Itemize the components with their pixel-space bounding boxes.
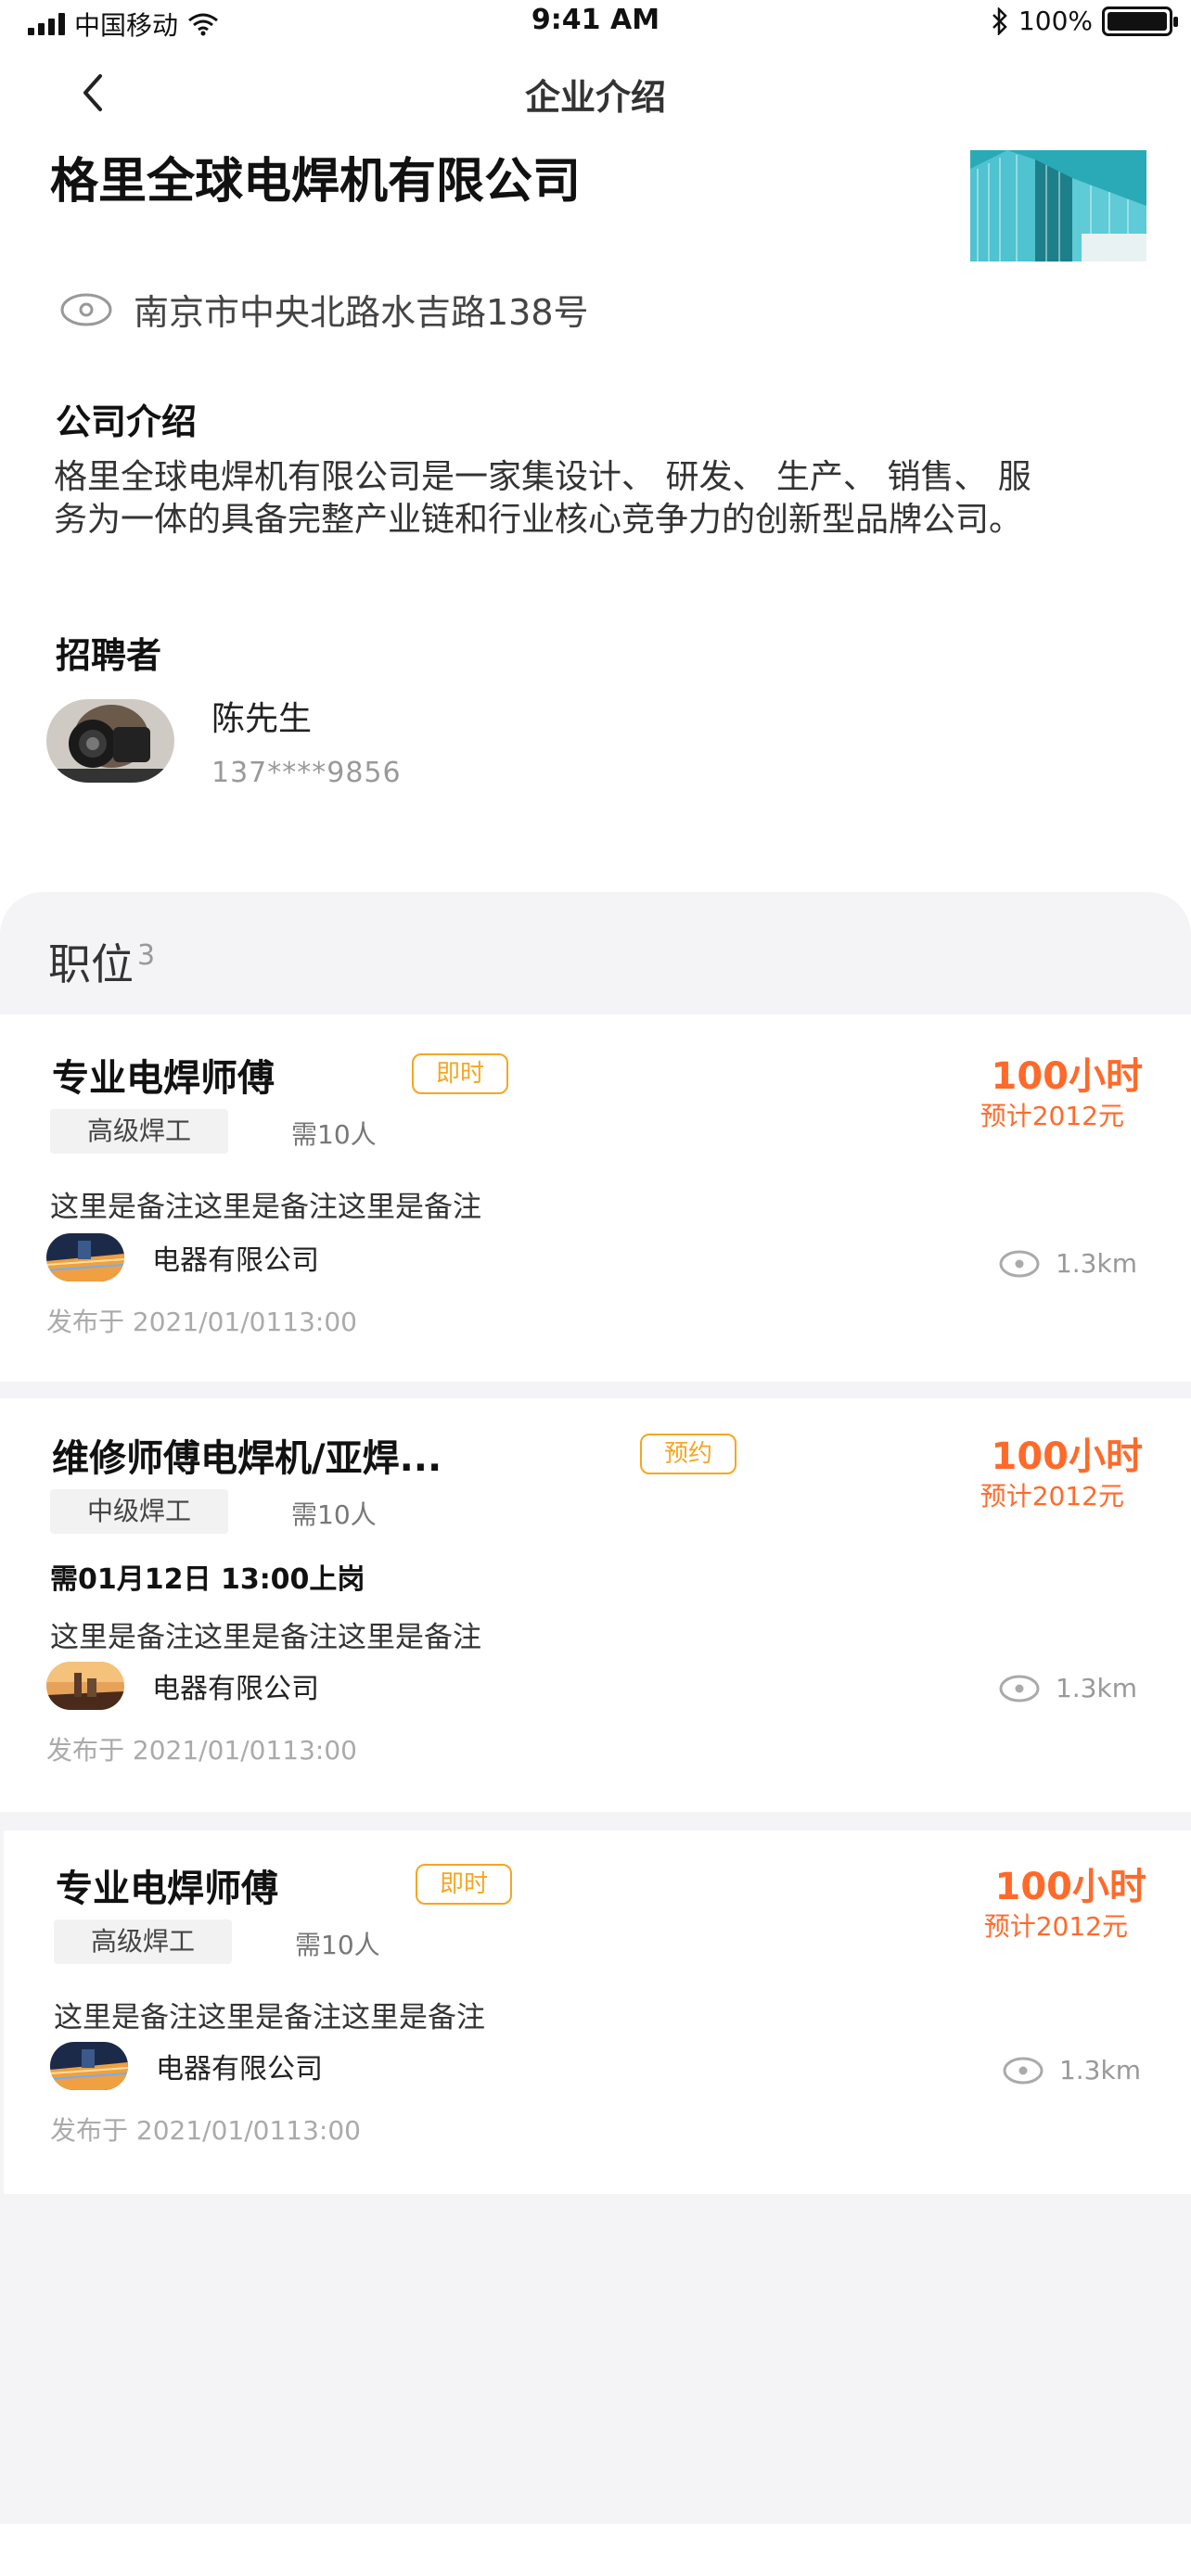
job-need: 需10人: [295, 1930, 380, 1960]
job-distance: 1.3km: [998, 1673, 1137, 1703]
job-card[interactable]: 专业电焊师傅 即时 100小时 预计2012元 高级焊工 需10人 这里是备注这…: [4, 1830, 1191, 2194]
positions-count: 3: [137, 938, 156, 972]
job-level-badge: 高级焊工: [54, 1919, 233, 1964]
recruiter-name: 陈先生: [211, 700, 313, 738]
job-company-name: 电器有限公司: [152, 1244, 319, 1277]
location-icon: [60, 293, 112, 325]
job-tag: 预约: [640, 1434, 737, 1474]
job-title: 专业电焊师傅: [52, 1057, 275, 1100]
job-hours: 100小时: [991, 1055, 1144, 1098]
page-title: 企业介绍: [524, 77, 666, 118]
job-need: 需10人: [291, 1119, 377, 1150]
positions-panel: 职位 3 专业电焊师傅 即时 100小时 预计2012元 高级焊工 需10人 这里…: [0, 892, 1191, 2524]
job-estimate: 预计2012元: [980, 1481, 1124, 1511]
job-company[interactable]: 电器有限公司: [46, 1233, 319, 1282]
eye-icon: [999, 1250, 1040, 1277]
nav-bar: 企业介绍: [0, 56, 1191, 130]
positions-title: 职位: [48, 939, 134, 989]
job-title: 维修师傅电焊机/亚焊...: [52, 1437, 442, 1480]
job-company[interactable]: 电器有限公司: [46, 1662, 319, 1710]
job-note: 这里是备注这里是备注这里是备注: [54, 2001, 485, 2034]
job-start-time: 需01月12日 13:00上岗: [50, 1563, 365, 1596]
job-level-badge: 高级焊工: [50, 1109, 229, 1154]
job-date: 发布于 2021/01/0113:00: [46, 1307, 357, 1337]
job-distance: 1.3km: [998, 1248, 1137, 1279]
job-hours: 100小时: [991, 1435, 1144, 1478]
job-company-name: 电器有限公司: [156, 2053, 323, 2085]
job-date: 发布于 2021/01/0113:00: [50, 2115, 361, 2146]
job-company[interactable]: 电器有限公司: [50, 2042, 323, 2090]
job-card[interactable]: 维修师傅电焊机/亚焊... 预约 100小时 预计2012元 中级焊工 需10人…: [0, 1398, 1191, 1812]
job-date: 发布于 2021/01/0113:00: [46, 1735, 357, 1766]
job-tag: 即时: [416, 1864, 513, 1905]
company-address: 南京市中央北路水吉路138号: [134, 292, 589, 333]
eye-icon: [999, 1675, 1040, 1702]
intro-title: 公司介绍: [56, 402, 198, 442]
job-tag: 即时: [412, 1053, 509, 1094]
intro-text: 格里全球电焊机有限公司是一家集设计、 研发、 生产、 销售、 服务为一体的具备完…: [54, 458, 1031, 539]
job-note: 这里是备注这里是备注这里是备注: [50, 1191, 481, 1224]
status-right: 100%: [991, 6, 1178, 36]
company-logo: [50, 2042, 128, 2090]
distance-label: 1.3km: [1055, 1673, 1137, 1703]
company-photo[interactable]: [970, 150, 1146, 261]
recruiter-info: 陈先生 137****9856: [211, 692, 402, 789]
job-note: 这里是备注这里是备注这里是备注: [50, 1621, 481, 1654]
recruiter-card[interactable]: 陈先生 137****9856: [46, 692, 402, 789]
job-hours: 100小时: [994, 1866, 1147, 1908]
eye-icon: [1003, 2057, 1044, 2084]
job-distance: 1.3km: [1002, 2055, 1141, 2085]
address-row[interactable]: 南京市中央北路水吉路138号: [59, 284, 589, 335]
bluetooth-icon: [992, 6, 1007, 35]
job-need: 需10人: [291, 1499, 377, 1530]
job-estimate: 预计2012元: [980, 1101, 1124, 1131]
recruiter-title: 招聘者: [56, 635, 162, 676]
company-logo: [46, 1233, 124, 1282]
job-company-name: 电器有限公司: [152, 1673, 319, 1705]
status-bar: 中国移动 9:41 AM 100%: [0, 0, 1191, 41]
page: 中国移动 9:41 AM 100% 企业介绍 格里全球电焊机有限公司 南京市中央…: [0, 0, 1191, 2576]
battery-icon: [1102, 6, 1178, 36]
job-card[interactable]: 专业电焊师傅 即时 100小时 预计2012元 高级焊工 需10人 这里是备注这…: [0, 1014, 1191, 1382]
positions-header: 职位 3: [48, 931, 155, 992]
distance-label: 1.3km: [1058, 2055, 1141, 2085]
job-title: 专业电焊师傅: [56, 1868, 278, 1910]
job-estimate: 预计2012元: [983, 1911, 1128, 1942]
avatar: [46, 698, 174, 783]
job-level-badge: 中级焊工: [50, 1489, 229, 1534]
battery-percent: 100%: [1018, 6, 1093, 36]
recruiter-phone: 137****9856: [211, 757, 402, 789]
distance-label: 1.3km: [1055, 1248, 1137, 1279]
company-name: 格里全球电焊机有限公司: [50, 154, 582, 210]
company-logo: [46, 1662, 124, 1710]
